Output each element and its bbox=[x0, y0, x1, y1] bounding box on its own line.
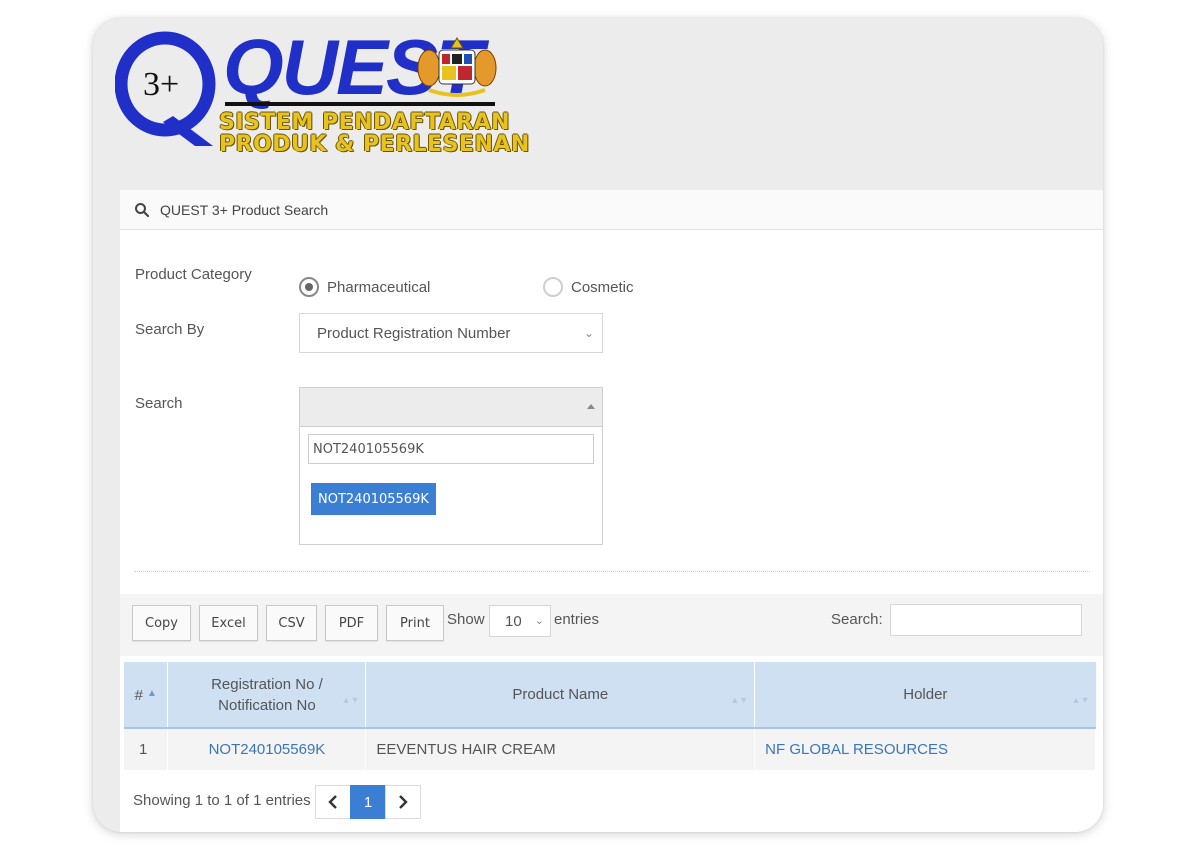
next-page-button[interactable] bbox=[385, 785, 421, 819]
entries-value: 10 bbox=[505, 612, 522, 630]
coat-of-arms-icon bbox=[417, 37, 497, 97]
search-label: Search bbox=[135, 395, 183, 412]
results-table: # ▲ Registration No / Notification No ▲▼ … bbox=[124, 662, 1096, 770]
radio-cosmetic-label: Cosmetic bbox=[571, 278, 634, 296]
divider bbox=[134, 571, 1090, 572]
table-info: Showing 1 to 1 of 1 entries bbox=[133, 792, 311, 809]
column-header-reg-no-label: Registration No / Notification No bbox=[211, 675, 323, 714]
cell-index: 1 bbox=[124, 728, 169, 770]
column-header-product-name[interactable]: Product Name ▲▼ bbox=[365, 662, 756, 729]
radio-checked-icon[interactable] bbox=[299, 277, 319, 297]
search-by-label: Search By bbox=[135, 321, 205, 338]
search-icon bbox=[135, 202, 150, 217]
product-search-panel: QUEST 3+ Product Search Product Category… bbox=[120, 190, 1103, 832]
logo-badge: 3+ bbox=[143, 66, 180, 103]
cell-holder-link[interactable]: NF GLOBAL RESOURCES bbox=[754, 728, 1096, 770]
app-frame: 3+ QUEST SISTEM PENDAFTARAN PRODUK & PER… bbox=[93, 18, 1103, 832]
csv-button[interactable]: CSV bbox=[266, 605, 317, 641]
column-header-reg-no[interactable]: Registration No / Notification No ▲▼ bbox=[167, 662, 367, 729]
radio-unchecked-icon[interactable] bbox=[543, 277, 563, 297]
column-header-index[interactable]: # ▲ bbox=[124, 662, 169, 729]
entries-label: entries bbox=[554, 611, 600, 628]
chevron-right-icon bbox=[399, 795, 408, 809]
column-header-product-name-label: Product Name bbox=[512, 686, 609, 703]
panel-title: QUEST 3+ Product Search bbox=[160, 201, 329, 218]
entries-select[interactable]: 10 ⌄ bbox=[489, 605, 551, 637]
chevron-down-icon: ⌄ bbox=[534, 615, 544, 627]
search-dropdown: NOT240105569K bbox=[299, 427, 603, 545]
dropdown-option-highlighted[interactable]: NOT240105569K bbox=[311, 483, 436, 515]
search-by-value: Product Registration Number bbox=[317, 324, 511, 342]
logo-subtitle-line2: PRODUK & PERLESENAN bbox=[219, 132, 530, 157]
page-button-current[interactable]: 1 bbox=[350, 785, 386, 819]
column-header-holder-label: Holder bbox=[903, 686, 948, 703]
caret-up-icon bbox=[587, 404, 595, 409]
radio-pharmaceutical[interactable]: Pharmaceutical bbox=[299, 277, 430, 297]
cell-reg-no-link[interactable]: NOT240105569K bbox=[167, 728, 367, 770]
column-header-index-label: # bbox=[134, 687, 143, 704]
pagination: 1 bbox=[315, 785, 421, 819]
table-toolbar: Copy Excel CSV PDF Print Show 10 ⌄ entri… bbox=[120, 594, 1103, 656]
table-header-row: # ▲ Registration No / Notification No ▲▼ … bbox=[124, 662, 1096, 729]
chevron-down-icon: ⌄ bbox=[583, 326, 594, 340]
logo-underline bbox=[225, 102, 495, 106]
search-by-select[interactable]: Product Registration Number ⌄ bbox=[299, 313, 603, 353]
column-header-holder[interactable]: Holder ▲▼ bbox=[754, 662, 1096, 729]
table-search-input[interactable] bbox=[890, 604, 1082, 636]
radio-pharmaceutical-label: Pharmaceutical bbox=[327, 278, 431, 296]
excel-button[interactable]: Excel bbox=[199, 605, 258, 641]
panel-header: QUEST 3+ Product Search bbox=[120, 190, 1103, 230]
sort-icon: ▲▼ bbox=[730, 695, 749, 705]
previous-page-button[interactable] bbox=[315, 785, 351, 819]
sort-asc-icon: ▲ bbox=[146, 688, 157, 699]
print-button[interactable]: Print bbox=[386, 605, 444, 641]
sort-icon: ▲▼ bbox=[1071, 695, 1090, 705]
copy-button[interactable]: Copy bbox=[132, 605, 191, 641]
pdf-button[interactable]: PDF bbox=[325, 605, 378, 641]
table-row: 1 NOT240105569K EEVENTUS HAIR CREAM NF G… bbox=[124, 728, 1096, 770]
table-search-label: Search: bbox=[831, 611, 883, 628]
product-category-label: Product Category bbox=[135, 266, 252, 283]
search-select-box[interactable] bbox=[299, 387, 603, 427]
radio-cosmetic[interactable]: Cosmetic bbox=[543, 277, 634, 297]
chevron-left-icon bbox=[328, 795, 337, 809]
header-logo: 3+ QUEST SISTEM PENDAFTARAN PRODUK & PER… bbox=[93, 18, 1103, 190]
cell-product-name: EEVENTUS HAIR CREAM bbox=[365, 728, 756, 770]
sort-icon: ▲▼ bbox=[341, 695, 360, 705]
show-label: Show bbox=[447, 611, 485, 628]
dropdown-search-input[interactable] bbox=[308, 434, 594, 464]
